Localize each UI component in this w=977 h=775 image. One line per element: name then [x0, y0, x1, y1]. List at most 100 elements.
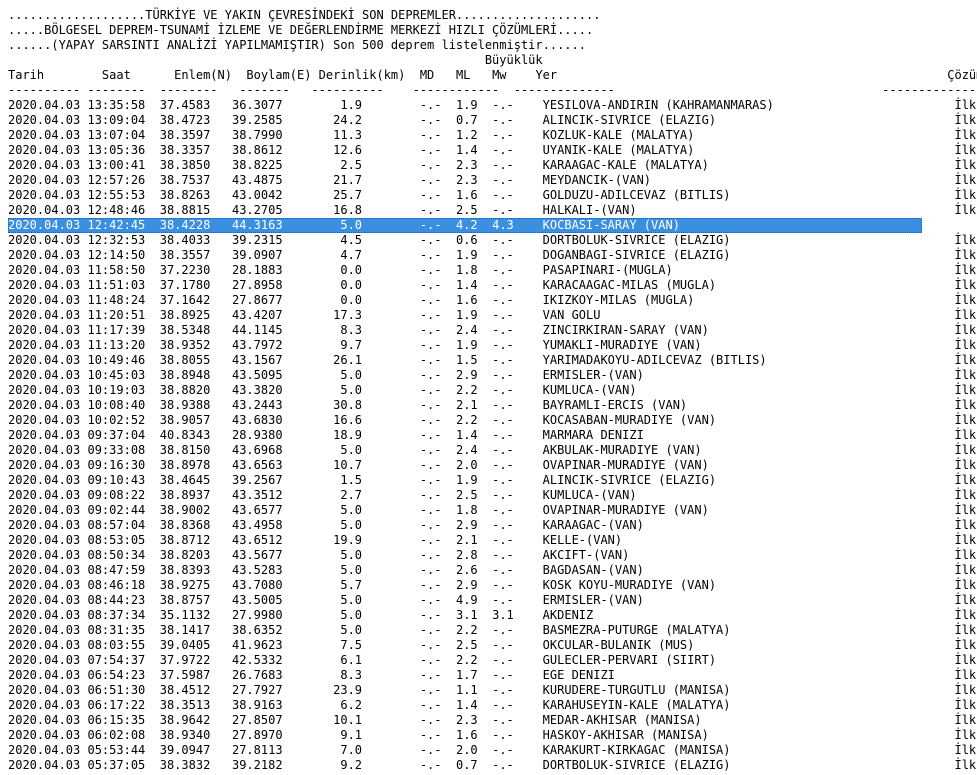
cell-quality: İlksel [954, 338, 977, 352]
cell-depth: 21.7 [304, 173, 363, 187]
cell-time: 10:49:46 [87, 353, 160, 367]
cell-mw: -.- [477, 158, 514, 172]
cell-lat: 38.9275 [159, 578, 232, 592]
cell-quality: İlksel [954, 233, 977, 247]
cell-date: 2020.04.03 [8, 233, 88, 247]
table-row: 2020.04.03 08:47:59 38.8393 43.5283 5.0 … [8, 563, 977, 578]
cell-md: -.- [362, 158, 442, 172]
cell-quality: İlksel [954, 173, 977, 187]
cell-mw: -.- [477, 758, 514, 772]
cell-place: OVAPINAR-MURADIYE (VAN) [513, 503, 955, 517]
cell-depth: 9.2 [304, 758, 363, 772]
cell-place: UYANIK-KALE (MALATYA) [513, 143, 955, 157]
cell-lat: 37.1780 [159, 278, 232, 292]
cell-date: 2020.04.03 [8, 473, 88, 487]
table-row: 2020.04.03 13:05:36 38.3357 38.8612 12.6… [8, 143, 977, 158]
cell-date: 2020.04.03 [8, 173, 88, 187]
earthquake-list-page: ...................TÜRKİYE VE YAKIN ÇEVR… [0, 0, 977, 775]
cell-mw: -.- [477, 578, 514, 592]
cell-mw: -.- [477, 338, 514, 352]
cell-time: 13:09:04 [87, 113, 160, 127]
cell-place: EGE DENIZI [513, 668, 955, 682]
cell-time: 09:33:08 [87, 443, 160, 457]
cell-place: HALKALI-(VAN) [513, 203, 955, 217]
cell-time: 08:47:59 [87, 563, 160, 577]
cell-ml: 2.5 [441, 488, 478, 502]
table-row: 2020.04.03 09:16:30 38.8978 43.6563 10.7… [8, 458, 977, 473]
cell-date: 2020.04.03 [8, 728, 88, 742]
cell-ml: 1.8 [441, 263, 478, 277]
table-row: 2020.04.03 11:58:50 37.2230 28.1883 0.0 … [8, 263, 977, 278]
table-row: 2020.04.03 12:57:26 38.7537 43.4875 21.7… [8, 173, 977, 188]
cell-place: ERMISLER-(VAN) [513, 368, 955, 382]
cell-ml: 1.9 [441, 98, 478, 112]
cell-lon: 43.6512 [231, 533, 305, 547]
cell-ml: 2.3 [441, 173, 478, 187]
cell-mw: -.- [477, 593, 514, 607]
cell-ml: 4.2 [441, 218, 478, 232]
cell-ml: 1.9 [441, 338, 478, 352]
table-row: 2020.04.03 05:37:05 38.3832 39.2182 9.2 … [8, 758, 977, 773]
cell-date: 2020.04.03 [8, 338, 88, 352]
cell-depth: 6.2 [304, 698, 363, 712]
cell-date: 2020.04.03 [8, 518, 88, 532]
cell-mw: -.- [477, 503, 514, 517]
cell-lon: 39.2585 [231, 113, 305, 127]
cell-mw: -.- [477, 143, 514, 157]
cell-md: -.- [362, 233, 442, 247]
cell-md: -.- [362, 428, 442, 442]
cell-quality: İlksel [954, 308, 977, 322]
cell-mw: -.- [477, 458, 514, 472]
cell-lat: 38.4723 [159, 113, 232, 127]
cell-lon: 42.5332 [231, 653, 305, 667]
cell-date: 2020.04.03 [8, 143, 88, 157]
cell-place: BAGDASAN-(VAN) [513, 563, 955, 577]
cell-depth: 0.0 [304, 293, 363, 307]
cell-date: 2020.04.03 [8, 248, 88, 262]
cell-ml: 2.2 [441, 623, 478, 637]
cell-ml: 1.9 [441, 473, 478, 487]
cell-place: AKCIFT-(VAN) [513, 548, 955, 562]
table-row: 2020.04.03 11:17:39 38.5348 44.1145 8.3 … [8, 323, 977, 338]
cell-place: ZINCIRKIRAN-SARAY (VAN) [513, 323, 955, 337]
cell-quality: İlksel [954, 758, 977, 772]
col-cozum-header: Çözüm Niteliği [947, 68, 977, 82]
cell-md: -.- [362, 173, 442, 187]
cell-md: -.- [362, 488, 442, 502]
table-row: 2020.04.03 06:17:22 38.3513 38.9163 6.2 … [8, 698, 977, 713]
cell-quality: İlksel [954, 683, 977, 697]
cell-lon: 28.1883 [231, 263, 305, 277]
cell-date: 2020.04.03 [8, 113, 88, 127]
cell-depth: 9.7 [304, 338, 363, 352]
cell-lon: 43.5095 [231, 368, 305, 382]
cell-ml: 2.5 [441, 203, 478, 217]
cell-lat: 38.3832 [159, 758, 232, 772]
cell-time: 06:15:35 [87, 713, 160, 727]
cell-quality: İlksel [954, 413, 977, 427]
cell-date: 2020.04.03 [8, 278, 88, 292]
cell-lon: 43.7972 [231, 338, 305, 352]
cell-lat: 38.8712 [159, 533, 232, 547]
cell-quality: İlksel [954, 533, 977, 547]
cell-place: KARAKURT-KIRKAGAC (MANISA) [513, 743, 955, 757]
cell-lat: 37.1642 [159, 293, 232, 307]
cell-time: 07:54:37 [87, 653, 160, 667]
cell-place: KOCBASI-SARAY (VAN) [513, 218, 955, 232]
cell-time: 12:48:46 [87, 203, 160, 217]
cell-lon: 38.6352 [231, 623, 305, 637]
cell-ml: 1.6 [441, 293, 478, 307]
cell-quality: İlksel [954, 98, 977, 112]
cell-quality: İlksel [954, 608, 977, 622]
cell-time: 10:19:03 [87, 383, 160, 397]
column-header-line: Tarih Saat Enlem(N) Boylam(E) Derinlik(k… [8, 68, 977, 83]
cell-ml: 1.4 [441, 428, 478, 442]
cell-time: 08:03:55 [87, 638, 160, 652]
cell-ml: 1.7 [441, 668, 478, 682]
cell-md: -.- [362, 518, 442, 532]
cell-ml: 2.9 [441, 368, 478, 382]
cell-depth: 1.9 [304, 98, 363, 112]
table-row: 2020.04.03 12:48:46 38.8815 43.2705 16.8… [8, 203, 977, 218]
cell-place: OVAPINAR-MURADIYE (VAN) [513, 458, 955, 472]
cell-md: -.- [362, 548, 442, 562]
cell-place: DOGANBAGI-SIVRICE (ELAZIG) [513, 248, 955, 262]
